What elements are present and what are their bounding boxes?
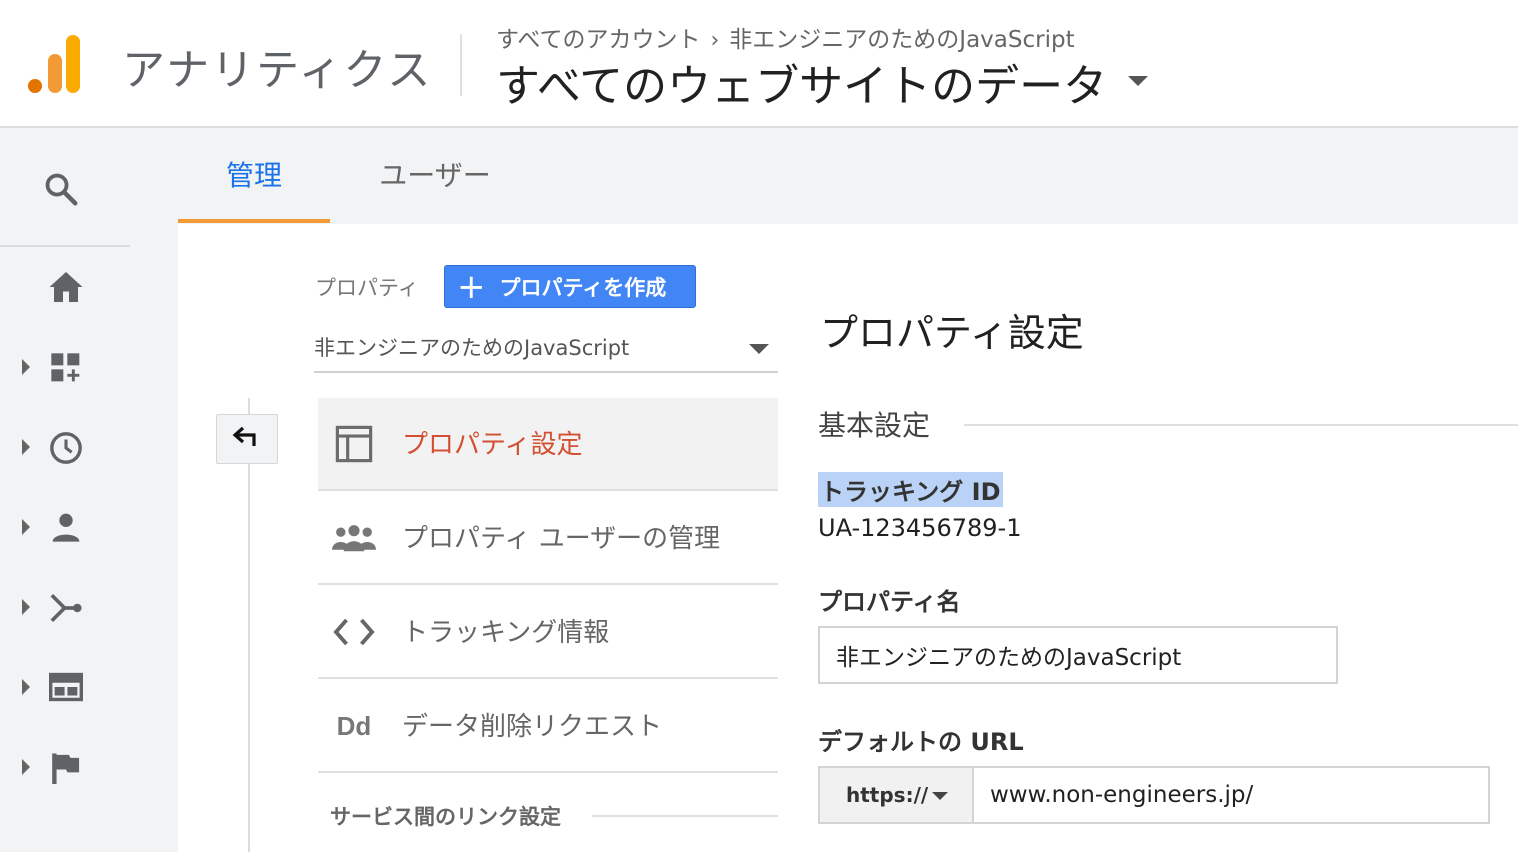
menu-item-label: プロパティ ユーザーの管理	[402, 524, 721, 554]
realtime-clock-icon[interactable]	[49, 431, 83, 469]
conversions-flag-icon[interactable]	[51, 752, 81, 788]
acquisition-icon[interactable]	[49, 591, 83, 629]
section-divider	[964, 424, 1518, 426]
audience-person-icon[interactable]	[50, 511, 82, 547]
back-button[interactable]	[216, 414, 278, 464]
home-icon[interactable]	[48, 270, 84, 308]
view-selector-title[interactable]: すべてのウェブサイトのデータ	[496, 50, 1107, 114]
menu-item-property-user-management[interactable]: プロパティ ユーザーの管理	[318, 492, 778, 585]
plus-icon: +	[457, 266, 486, 307]
tracking-id-label: トラッキング ID	[818, 472, 1003, 507]
expand-caret-icon[interactable]	[22, 759, 30, 775]
page-title: プロパティ設定	[820, 311, 1084, 355]
customization-icon[interactable]	[50, 352, 82, 388]
expand-caret-icon[interactable]	[22, 599, 30, 615]
rail-divider	[0, 245, 130, 247]
create-property-label: プロパティを作成	[499, 275, 667, 300]
active-tab-indicator	[178, 219, 330, 223]
create-property-button[interactable]: + プロパティを作成	[444, 265, 696, 308]
basic-settings-heading: 基本設定	[818, 409, 931, 442]
code-brackets-icon	[332, 612, 376, 652]
property-name-label: プロパティ名	[818, 588, 961, 616]
protocol-select[interactable]: https://	[818, 766, 974, 824]
expand-caret-icon[interactable]	[22, 439, 30, 455]
default-url-input[interactable]	[972, 766, 1490, 824]
chevron-down-icon	[749, 344, 769, 354]
property-settings-icon	[332, 424, 376, 464]
breadcrumb[interactable]: すべてのアカウント › 非エンジニアのためのJavaScript	[496, 20, 1075, 54]
expand-caret-icon[interactable]	[22, 519, 30, 535]
property-label: プロパティ	[315, 276, 419, 300]
protocol-value: https://	[846, 783, 929, 807]
header-divider	[460, 34, 462, 96]
users-group-icon	[332, 518, 376, 558]
back-arrow-icon	[232, 426, 262, 452]
menu-item-label: トラッキング情報	[402, 618, 610, 648]
property-selector[interactable]: 非エンジニアのためのJavaScript	[314, 324, 778, 373]
data-deletion-icon: Dd	[336, 710, 372, 741]
tab-admin[interactable]: 管理	[178, 128, 330, 222]
menu-item-tracking-info[interactable]: トラッキング情報	[318, 586, 778, 679]
left-nav-rail	[0, 128, 178, 852]
property-name-input[interactable]	[818, 626, 1338, 684]
chevron-down-icon	[932, 792, 948, 800]
property-selector-value: 非エンジニアのためのJavaScript	[314, 336, 630, 360]
view-dropdown-caret-icon[interactable]	[1128, 76, 1148, 86]
menu-item-label: データ削除リクエスト	[402, 712, 663, 742]
analytics-logo-icon[interactable]	[26, 34, 82, 94]
expand-caret-icon[interactable]	[22, 359, 30, 375]
menu-item-property-settings[interactable]: プロパティ設定	[318, 398, 778, 491]
menu-item-label: プロパティ設定	[402, 430, 583, 460]
search-icon[interactable]	[42, 170, 80, 212]
column-connector-line	[248, 398, 250, 852]
section-divider	[592, 815, 778, 817]
behavior-icon[interactable]	[49, 672, 84, 706]
default-url-label: デフォルトの URL	[818, 728, 1024, 756]
service-links-heading: サービス間のリンク設定	[330, 805, 561, 829]
tracking-id-value: UA-123456789-1	[818, 514, 1022, 542]
expand-caret-icon[interactable]	[22, 679, 30, 695]
app-name[interactable]: アナリティクス	[122, 36, 432, 98]
menu-item-data-deletion[interactable]: Dd データ削除リクエスト	[318, 680, 778, 773]
tab-users[interactable]: ユーザー	[350, 128, 520, 222]
